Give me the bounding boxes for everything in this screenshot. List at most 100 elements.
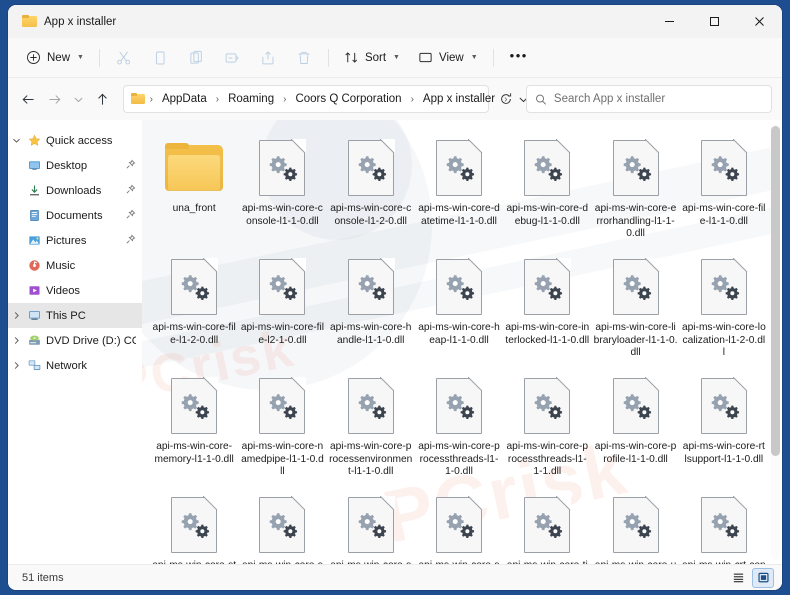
refresh-button[interactable] bbox=[494, 85, 518, 113]
pin-icon[interactable] bbox=[125, 159, 136, 173]
navigation-pane: Quick access Desktop DownloadsDocumentsPic… bbox=[8, 120, 142, 564]
chevron-down-icon: ▼ bbox=[77, 54, 84, 61]
dll-file-icon bbox=[249, 254, 315, 320]
rename-button[interactable] bbox=[215, 44, 249, 72]
file-item[interactable]: api-ms-win-core-libraryloader-l1-1-0.dll bbox=[591, 247, 679, 366]
sidebar-item-desktop[interactable]: Desktop bbox=[8, 153, 142, 178]
cut-button[interactable] bbox=[107, 44, 141, 72]
file-item[interactable]: api-ms-win-core-profile-l1-1-0.dll bbox=[591, 366, 679, 485]
delete-button[interactable] bbox=[287, 44, 321, 72]
sidebar-item-label: This PC bbox=[46, 310, 86, 322]
up-button[interactable] bbox=[90, 85, 114, 113]
pin-icon[interactable] bbox=[125, 234, 136, 248]
breadcrumb-item-coors-q-corporation[interactable]: Coors Q Corporation bbox=[291, 90, 405, 108]
file-item[interactable]: api-ms-win-core-heap-l1-1-0.dll bbox=[415, 247, 503, 366]
breadcrumb-item-app-x-installer[interactable]: App x installer bbox=[419, 90, 499, 108]
explorer-window: App x installer New ▼ bbox=[8, 5, 782, 590]
address-bar: › AppData › Roaming › Coors Q Corporatio… bbox=[8, 78, 782, 120]
paste-button[interactable] bbox=[179, 44, 213, 72]
file-item[interactable]: api-ms-win-core-handle-l1-1-0.dll bbox=[327, 247, 415, 366]
recent-locations-button[interactable] bbox=[69, 85, 88, 113]
minimize-button[interactable] bbox=[647, 5, 692, 38]
breadcrumb-separator: › bbox=[278, 94, 291, 105]
file-item[interactable]: api-ms-win-core-string-l1-1-0.dll bbox=[150, 485, 238, 564]
breadcrumb[interactable]: › AppData › Roaming › Coors Q Corporatio… bbox=[123, 85, 489, 113]
large-icons-view-button[interactable] bbox=[752, 568, 774, 588]
dll-file-icon bbox=[426, 373, 492, 439]
sidebar-item-label: Network bbox=[46, 360, 87, 372]
sidebar-item-this-pc[interactable]: This PC bbox=[8, 303, 142, 328]
file-item[interactable]: api-ms-win-core-util-l1-1-0.dll bbox=[591, 485, 679, 564]
dll-file-icon bbox=[161, 254, 227, 320]
ellipsis-icon: ••• bbox=[510, 49, 528, 66]
scrollbar-thumb[interactable] bbox=[771, 126, 780, 456]
file-name-label: api-ms-win-core-util-l1-1-0.dll bbox=[591, 560, 679, 564]
sidebar-item-pictures[interactable]: Pictures bbox=[8, 228, 142, 253]
file-name-label: api-ms-win-core-libraryloader-l1-1-0.dll bbox=[591, 322, 679, 360]
sidebar-item-downloads[interactable]: Downloads bbox=[8, 178, 142, 203]
details-view-button[interactable] bbox=[727, 568, 749, 588]
explorer-body: Quick access Desktop DownloadsDocumentsPic… bbox=[8, 120, 782, 564]
this-pc-icon bbox=[25, 309, 43, 322]
sidebar-item-videos[interactable]: Videos bbox=[8, 278, 142, 303]
pin-icon[interactable] bbox=[125, 209, 136, 223]
file-item[interactable]: api-ms-win-core-errorhandling-l1-1-0.dll bbox=[591, 128, 679, 247]
gears-icon bbox=[178, 392, 212, 422]
folder-item[interactable]: una_front bbox=[150, 128, 238, 247]
file-item[interactable]: api-ms-win-core-console-l1-2-0.dll bbox=[327, 128, 415, 247]
file-item[interactable]: api-ms-win-core-file-l2-1-0.dll bbox=[238, 247, 326, 366]
share-icon bbox=[260, 50, 276, 66]
file-item[interactable]: api-ms-win-core-namedpipe-l1-1-0.dll bbox=[238, 366, 326, 485]
sidebar-item-network[interactable]: Network bbox=[8, 353, 142, 378]
sidebar-item-label: Videos bbox=[46, 285, 80, 297]
sort-button[interactable]: Sort ▼ bbox=[336, 44, 408, 72]
sidebar-item-documents[interactable]: Documents bbox=[8, 203, 142, 228]
gears-icon bbox=[708, 273, 742, 303]
window-tab[interactable]: App x installer bbox=[8, 5, 128, 38]
file-name-label: api-ms-win-core-errorhandling-l1-1-0.dll bbox=[591, 203, 679, 241]
file-item[interactable]: api-ms-win-core-interlocked-l1-1-0.dll bbox=[503, 247, 591, 366]
file-item[interactable]: api-ms-win-crt-conio-l1-1-0.dll bbox=[680, 485, 768, 564]
pin-icon[interactable] bbox=[125, 184, 136, 198]
sidebar-item-music[interactable]: Music bbox=[8, 253, 142, 278]
breadcrumb-item-appdata[interactable]: AppData bbox=[158, 90, 211, 108]
file-item[interactable]: api-ms-win-core-processenvironment-l1-1-… bbox=[327, 366, 415, 485]
file-item[interactable]: api-ms-win-core-localization-l1-2-0.dll bbox=[680, 247, 768, 366]
file-item[interactable]: api-ms-win-core-processthreads-l1-1-0.dl… bbox=[415, 366, 503, 485]
new-button[interactable]: New ▼ bbox=[18, 44, 92, 72]
sidebar-item-quick-access[interactable]: Quick access bbox=[8, 128, 142, 153]
sort-icon bbox=[344, 50, 359, 65]
file-item[interactable]: api-ms-win-core-timezone-l1-1-0.dll bbox=[503, 485, 591, 564]
share-button[interactable] bbox=[251, 44, 285, 72]
file-name-label: api-ms-win-core-profile-l1-1-0.dll bbox=[591, 441, 679, 466]
file-item[interactable]: api-ms-win-core-datetime-l1-1-0.dll bbox=[415, 128, 503, 247]
copy-button[interactable] bbox=[143, 44, 177, 72]
file-item[interactable]: api-ms-win-core-file-l1-1-0.dll bbox=[680, 128, 768, 247]
dll-file-icon bbox=[426, 492, 492, 558]
view-button[interactable]: View ▼ bbox=[410, 44, 486, 72]
dll-file-icon bbox=[426, 254, 492, 320]
close-button[interactable] bbox=[737, 5, 782, 38]
dll-file-icon bbox=[603, 135, 669, 201]
file-item[interactable]: api-ms-win-core-debug-l1-1-0.dll bbox=[503, 128, 591, 247]
search-box[interactable] bbox=[526, 85, 772, 113]
dll-file-icon bbox=[249, 135, 315, 201]
breadcrumb-item-roaming[interactable]: Roaming bbox=[224, 90, 278, 108]
search-input[interactable] bbox=[554, 93, 763, 105]
rename-icon bbox=[224, 50, 240, 66]
file-item[interactable]: api-ms-win-core-console-l1-1-0.dll bbox=[238, 128, 326, 247]
back-button[interactable] bbox=[16, 85, 40, 113]
maximize-button[interactable] bbox=[692, 5, 737, 38]
file-item[interactable]: api-ms-win-core-processthreads-l1-1-1.dl… bbox=[503, 366, 591, 485]
sidebar-item-dvd-drive-d-cccc[interactable]: DVD Drive (D:) CCCC bbox=[8, 328, 142, 353]
forward-button[interactable] bbox=[42, 85, 66, 113]
file-item[interactable]: api-ms-win-core-synch-l1-1-0.dll bbox=[238, 485, 326, 564]
file-item[interactable]: api-ms-win-core-memory-l1-1-0.dll bbox=[150, 366, 238, 485]
file-item[interactable]: api-ms-win-core-sysinfo-l1-1-0.dll bbox=[415, 485, 503, 564]
file-item[interactable]: api-ms-win-core-file-l1-2-0.dll bbox=[150, 247, 238, 366]
file-item[interactable]: api-ms-win-core-rtlsupport-l1-1-0.dll bbox=[680, 366, 768, 485]
see-more-button[interactable]: ••• bbox=[501, 44, 537, 72]
file-item[interactable]: api-ms-win-core-synch-l1-2-0.dll bbox=[327, 485, 415, 564]
sidebar-item-label: Desktop bbox=[46, 160, 87, 172]
gears-icon bbox=[266, 392, 300, 422]
